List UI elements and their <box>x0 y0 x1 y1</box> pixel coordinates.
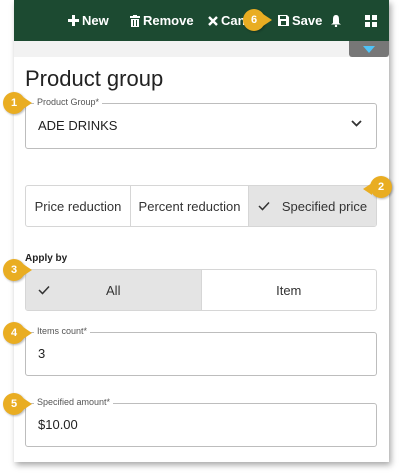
chevron-down-icon <box>351 120 362 127</box>
apply-by-heading: Apply by <box>25 253 68 264</box>
specified-amount-label: Specified amount* <box>34 397 114 407</box>
callout-marker-6: 6 <box>243 9 272 31</box>
specified-amount-field[interactable]: Specified amount* $10.00 <box>25 397 377 447</box>
check-icon <box>258 201 270 211</box>
items-count-value: 3 <box>38 346 46 361</box>
close-icon <box>208 15 218 26</box>
product-group-label: Product Group* <box>34 97 103 107</box>
callout-marker-2: 2 <box>363 176 392 198</box>
apply-all-label: All <box>106 282 121 298</box>
items-count-label: Items count* <box>34 326 91 336</box>
page-title: Product group <box>25 66 164 91</box>
remove-button-label: Remove <box>143 13 194 28</box>
price-reduction-option[interactable]: Price reduction <box>26 186 131 226</box>
trash-icon <box>130 14 140 27</box>
apply-all-option[interactable]: All <box>26 270 202 310</box>
bell-icon <box>331 14 341 27</box>
header-strip <box>14 41 389 57</box>
new-button[interactable]: New <box>68 0 109 41</box>
apply-by-selector: All Item <box>25 269 377 311</box>
price-reduction-label: Price reduction <box>34 198 122 214</box>
chevron-down-icon <box>363 45 375 53</box>
cancel-button-label: Can <box>221 13 246 28</box>
callout-marker-3: 3 <box>3 259 32 281</box>
callout-marker-1: 1 <box>3 92 32 114</box>
product-group-select[interactable]: Product Group* ADE DRINKS <box>25 97 377 149</box>
specified-amount-value: $10.00 <box>38 417 78 432</box>
plus-icon <box>68 15 79 26</box>
new-button-label: New <box>82 13 109 28</box>
save-icon <box>278 15 289 26</box>
toolbar: New Remove Can Save <box>14 0 389 41</box>
collapse-toggle[interactable] <box>349 41 389 57</box>
items-count-field[interactable]: Items count* 3 <box>25 326 377 376</box>
product-group-value: ADE DRINKS <box>38 118 118 133</box>
check-icon <box>38 285 50 295</box>
cancel-button[interactable]: Can <box>208 0 246 41</box>
menu-grid-button[interactable] <box>365 0 380 41</box>
percent-reduction-label: Percent reduction <box>138 198 241 214</box>
callout-marker-5: 5 <box>3 393 32 415</box>
specified-price-label: Specified price <box>281 198 368 214</box>
grid-icon <box>365 14 377 27</box>
percent-reduction-option[interactable]: Percent reduction <box>131 186 249 226</box>
notifications-button[interactable] <box>331 0 344 41</box>
save-button-label: Save <box>292 13 323 28</box>
apply-item-option[interactable]: Item <box>202 270 377 310</box>
remove-button[interactable]: Remove <box>130 0 194 41</box>
specified-price-option[interactable]: Specified price <box>249 186 376 226</box>
callout-marker-4: 4 <box>3 322 32 344</box>
save-button[interactable]: Save <box>278 0 322 41</box>
app-window: New Remove Can Save Product group Produc… <box>14 0 389 462</box>
reduction-type-selector: Price reduction Percent reduction Specif… <box>25 185 377 227</box>
apply-item-label: Item <box>276 282 302 298</box>
